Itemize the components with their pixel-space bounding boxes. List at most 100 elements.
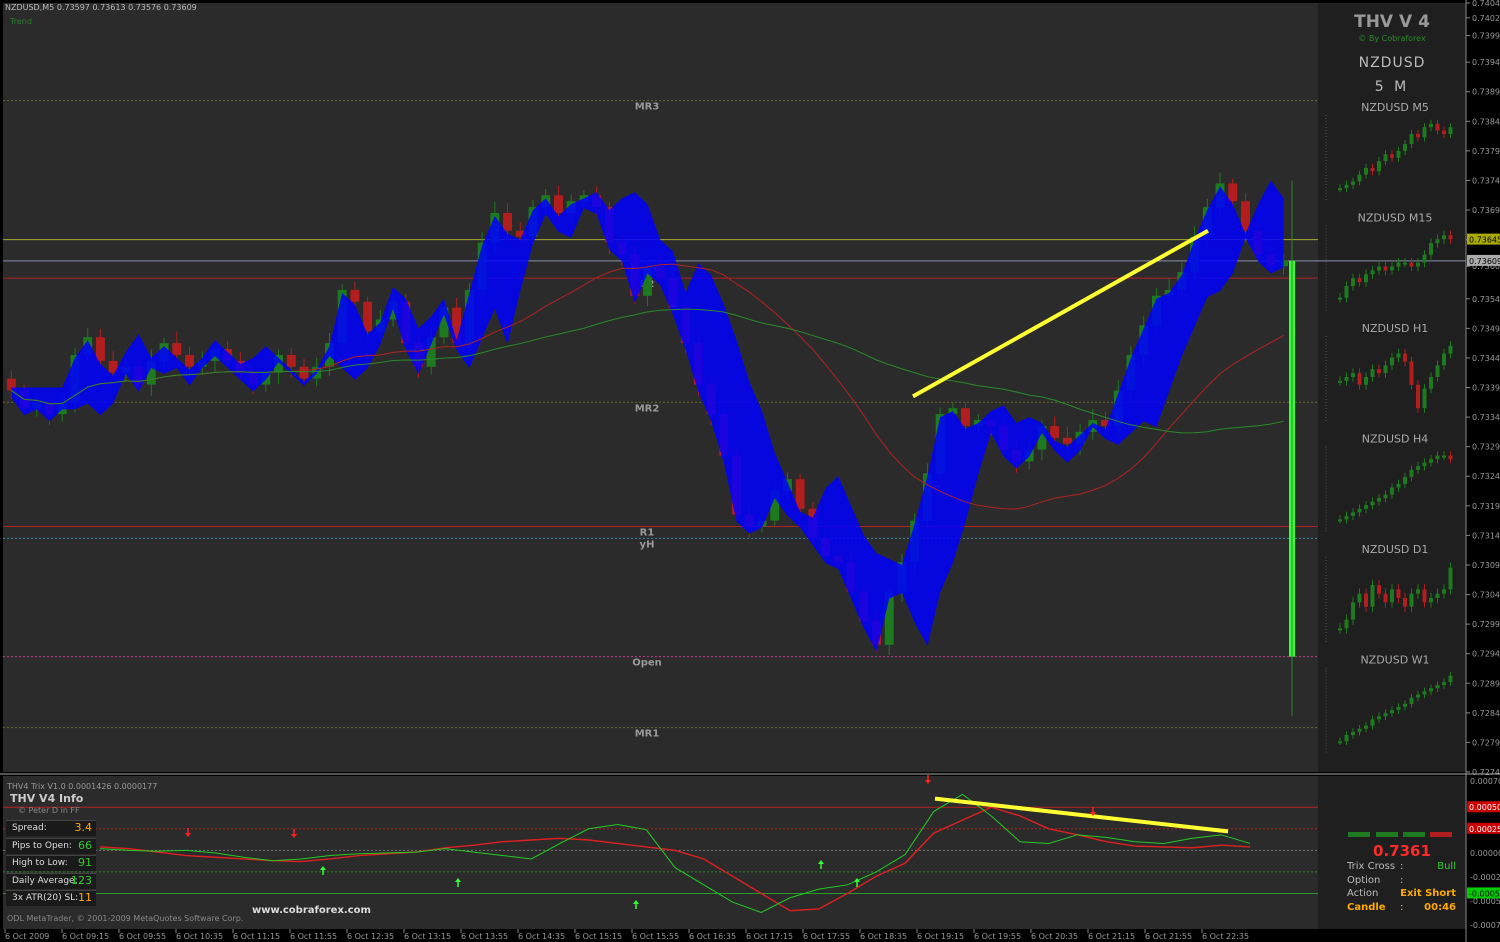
info-row: 3x ATR(20) SL: 11 <box>6 890 96 906</box>
info-row: Pips to Open: 66 <box>6 837 96 854</box>
price-tick-label: 0.72995 <box>1472 620 1500 629</box>
candle-body <box>185 354 194 367</box>
trix-level-label: 0.00070 <box>1470 777 1500 786</box>
mtf-candle-body <box>1370 270 1375 275</box>
mtf-candle-body <box>1448 127 1453 134</box>
mtf-candle-body <box>1377 161 1381 172</box>
mtf-candle-body <box>1383 154 1388 162</box>
mtf-candle-body <box>1338 741 1342 744</box>
mtf-candle-body <box>1396 262 1401 267</box>
info-subtitle: © Peter D in FF <box>18 806 80 815</box>
mtf-candle-body <box>1396 589 1401 598</box>
time-tick-label: 6 Oct 22:35 <box>1202 932 1249 941</box>
mtf-candle-body <box>1344 619 1349 629</box>
pivot-label: MR1 <box>635 729 660 740</box>
candle-body <box>95 337 105 361</box>
copyright-label: ODL MetaTrader, © 2001-2009 MetaQuotes S… <box>7 914 244 923</box>
price-tick-label: 0.73095 <box>1472 561 1500 570</box>
mtf-candle-body <box>1403 598 1407 607</box>
mtf-candle-body <box>1435 593 1440 598</box>
mtf-label: NZDUSD H4 <box>1362 433 1429 446</box>
pivot-label: yH <box>640 539 655 550</box>
candle-body <box>795 479 805 509</box>
chart-canvas[interactable]: 0.74045 0.74020 0.73990 0.73945 0.73895 0.738… <box>0 0 1500 942</box>
price-tick-label: 0.72895 <box>1472 679 1500 688</box>
brand-pair: NZDUSD <box>1358 55 1426 71</box>
trix-mid-badge: 0.00025 <box>1469 825 1500 834</box>
price-tick-label: 0.73195 <box>1472 502 1500 511</box>
price-tick-label: 0.73990 <box>1472 32 1500 41</box>
symbol-header: NZDUSD,M5 0.73597 0.73613 0.73576 0.7360… <box>5 3 197 12</box>
mtf-candle-body <box>1448 345 1453 354</box>
price-tick-label: 0.73345 <box>1472 413 1500 422</box>
mtf-candle-body <box>1435 123 1440 131</box>
mtf-candle-body <box>1448 675 1453 682</box>
mtf-candle-body <box>1435 365 1440 377</box>
mtf-candle-body <box>1429 598 1433 603</box>
mtf-candle-body <box>1396 353 1401 358</box>
info-row-value: 123 <box>71 873 92 887</box>
mtf-candle-body <box>1351 602 1355 620</box>
mtf-candle-body <box>1338 188 1342 191</box>
mtf-candle-body <box>1383 266 1388 271</box>
price-tick-label: 0.73545 <box>1472 295 1500 304</box>
candle-body <box>1062 437 1072 444</box>
mtf-candle-body <box>1344 735 1349 742</box>
trix-price: 0.7361 <box>1373 842 1431 860</box>
mtf-candle-body <box>1364 725 1368 729</box>
symbol-label: NZDUSD,M5 <box>5 3 55 12</box>
mtf-candle-body <box>1403 703 1407 707</box>
time-tick-label: 6 Oct 09:55 <box>119 932 166 941</box>
price-tick-label: 0.74020 <box>1472 14 1500 23</box>
mtf-candle-body <box>1370 719 1375 726</box>
mtf-candle-body <box>1442 235 1446 240</box>
mtf-candle-body <box>1357 728 1362 732</box>
time-tick-label: 6 Oct 19:55 <box>974 932 1021 941</box>
mtf-candle-body <box>1448 455 1453 460</box>
price-tick-label: 0.73945 <box>1472 58 1500 67</box>
mtf-label: NZDUSD M15 <box>1358 212 1433 225</box>
mtf-candle-body <box>1403 262 1407 265</box>
trix-level-label: -0.00025 <box>1470 873 1500 882</box>
mtf-candle-body <box>1442 589 1446 594</box>
time-tick-label: 6 Oct 14:35 <box>518 932 565 941</box>
mtf-candle-body <box>1390 710 1394 714</box>
mtf-candle-body <box>1370 369 1375 377</box>
time-tick-label: 6 Oct 2009 <box>5 932 49 941</box>
mtf-candle-body <box>1416 384 1420 409</box>
mtf-candle-body <box>1422 691 1427 695</box>
trix-plot-background <box>3 776 1466 929</box>
time-tick-label: 6 Oct 17:55 <box>803 932 850 941</box>
price-tick-label: 0.74045 <box>1472 0 1500 8</box>
time-tick-label: 6 Oct 10:35 <box>176 932 223 941</box>
time-tick-label: 6 Oct 21:55 <box>1145 932 1192 941</box>
time-tick-label: 6 Oct 19:15 <box>917 932 964 941</box>
candle-body <box>1050 425 1060 438</box>
info-row-value: 66 <box>78 838 92 852</box>
mtf-candle-body <box>1448 567 1453 590</box>
mtf-candle-body <box>1357 278 1362 283</box>
mtf-candle-body <box>1403 144 1407 151</box>
mtf-candle-body <box>1429 688 1433 692</box>
mtf-candle-body <box>1429 243 1433 255</box>
price-tick-label: 0.72945 <box>1472 650 1500 659</box>
website-label[interactable]: www.cobraforex.com <box>252 905 371 916</box>
mtf-candle-body <box>1364 167 1368 175</box>
mtf-candle-body <box>1364 377 1368 385</box>
candle-body <box>1228 183 1238 202</box>
trix-info-label: Option <box>1347 874 1381 886</box>
mtf-candle-body <box>1403 353 1407 362</box>
price-tick-label: 0.73245 <box>1472 472 1500 481</box>
mtf-candle-body <box>1416 589 1420 594</box>
info-row-label: 3x ATR(20) SL: <box>12 893 79 903</box>
highlight-price-badge: 0.73645 <box>1469 236 1500 245</box>
ohlc-values: 0.73597 0.73613 0.73576 0.73609 <box>56 3 197 12</box>
info-row-label: Daily Average: <box>12 875 78 886</box>
mtf-candle-body <box>1409 133 1414 145</box>
mtf-candle-body <box>1416 466 1420 470</box>
mtf-candle-body <box>1383 365 1388 374</box>
price-tick-label: 0.72745 <box>1472 768 1500 777</box>
mtf-candle-body <box>1357 593 1362 603</box>
price-tick-label: 0.73495 <box>1472 324 1500 333</box>
mtf-candle-body <box>1351 181 1355 185</box>
